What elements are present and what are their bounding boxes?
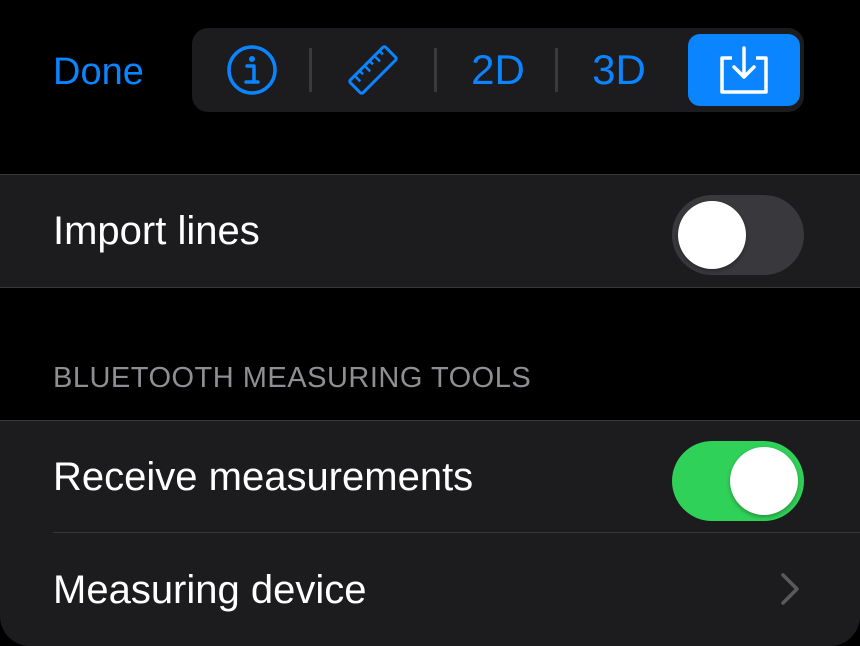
import-segment[interactable] [688,34,800,106]
view-2d-label: 2D [471,46,525,93]
import-lines-label: Import lines [53,209,260,253]
toggle-knob [678,201,746,269]
tray-arrow-down-icon [720,46,768,94]
segment-divider [434,48,437,92]
import-lines-row: Import lines [0,175,860,287]
import-lines-toggle[interactable] [672,195,804,275]
measuring-device-row[interactable]: Measuring device [0,533,860,646]
info-circle-icon [227,45,277,95]
ruler-icon [348,45,398,95]
bluetooth-group: Receive measurements Measuring device [0,420,860,646]
view-2d-segment[interactable]: 2D [458,34,538,106]
segment-divider [309,48,312,92]
receive-measurements-toggle[interactable] [672,441,804,521]
info-segment[interactable] [210,34,294,106]
receive-measurements-row: Receive measurements [0,421,860,533]
mode-segmented-control: 2D 3D [192,28,804,112]
receive-measurements-label: Receive measurements [53,455,474,499]
measure-segment[interactable] [332,34,414,106]
view-3d-segment[interactable]: 3D [579,34,659,106]
done-button[interactable]: Done [53,48,144,96]
settings-panel: Done 2D 3D Import lines BLUETOOTH MEASUR… [0,0,860,646]
view-3d-label: 3D [592,46,646,93]
bluetooth-section-header: BLUETOOTH MEASURING TOOLS [53,362,532,394]
toggle-knob [730,447,798,515]
measuring-device-label: Measuring device [53,568,367,612]
segment-divider [555,48,558,92]
chevron-right-icon [781,573,799,605]
import-lines-group: Import lines [0,174,860,288]
